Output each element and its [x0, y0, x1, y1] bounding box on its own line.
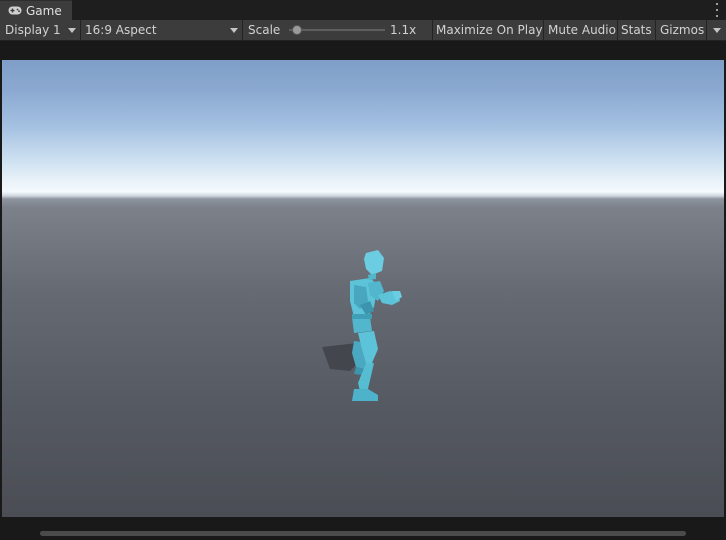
display-dropdown-label: Display 1 [5, 23, 61, 37]
scale-slider-thumb[interactable] [292, 25, 302, 35]
kebab-menu-icon[interactable] [713, 3, 721, 17]
aspect-dropdown-label: 16:9 Aspect [85, 23, 157, 37]
stats-label: Stats [621, 23, 652, 37]
window-tab-bar: Game [0, 0, 726, 21]
tab-game[interactable]: Game [0, 0, 72, 20]
mute-audio-toggle[interactable]: Mute Audio [544, 20, 618, 40]
game-viewport[interactable] [2, 60, 724, 517]
tab-label: Game [26, 3, 62, 18]
horizontal-scrollbar[interactable] [2, 526, 724, 540]
stats-toggle[interactable]: Stats [618, 20, 656, 40]
gizmos-dropdown[interactable] [707, 20, 726, 40]
scrollbar-thumb[interactable] [40, 531, 686, 536]
character-model [322, 250, 402, 401]
scale-slider-track[interactable] [289, 29, 385, 31]
gizmos-label: Gizmos [660, 23, 705, 37]
scale-value: 1.1x [390, 23, 417, 37]
maximize-on-play-toggle[interactable]: Maximize On Play [433, 20, 544, 40]
chevron-down-icon [68, 28, 76, 33]
chevron-down-icon [713, 28, 721, 33]
scale-label: Scale [248, 23, 281, 37]
display-dropdown[interactable]: Display 1 [0, 20, 81, 40]
mute-audio-label: Mute Audio [548, 23, 616, 37]
gamepad-icon [8, 6, 22, 15]
gizmos-toggle[interactable]: Gizmos [656, 20, 707, 40]
chevron-down-icon [230, 28, 238, 33]
aspect-dropdown[interactable]: 16:9 Aspect [81, 20, 243, 40]
maximize-on-play-label: Maximize On Play [436, 23, 543, 37]
